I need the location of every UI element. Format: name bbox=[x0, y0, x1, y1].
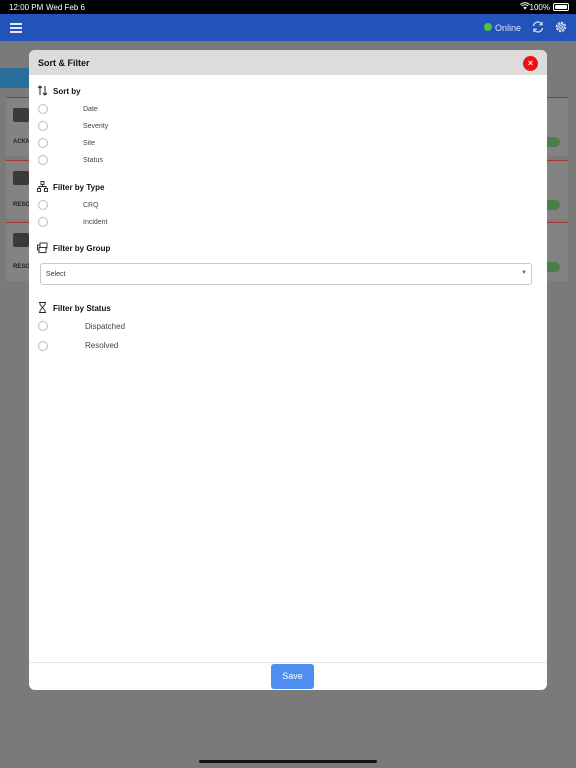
radio-type-crq[interactable] bbox=[38, 200, 48, 210]
card-status-code: RESO bbox=[13, 202, 31, 208]
filter-group-title: Filter by Group bbox=[53, 244, 111, 253]
online-label: Online bbox=[495, 23, 522, 33]
card-thumb bbox=[13, 171, 29, 185]
menu-icon[interactable] bbox=[10, 23, 22, 33]
battery-percent: 100% bbox=[529, 3, 550, 12]
radio-status-resolved[interactable] bbox=[38, 341, 48, 351]
option-label: Severity bbox=[83, 123, 109, 130]
sort-icon bbox=[37, 85, 48, 96]
chevron-down-icon: ▼ bbox=[521, 270, 527, 276]
home-indicator bbox=[199, 760, 377, 763]
radio-sort-date[interactable] bbox=[38, 104, 48, 114]
sort-by-title: Sort by bbox=[53, 87, 81, 96]
footer-divider bbox=[29, 662, 547, 663]
group-select[interactable]: Select ▼ bbox=[40, 263, 532, 285]
radio-sort-site[interactable] bbox=[38, 138, 48, 148]
option-label: CRQ bbox=[83, 202, 99, 209]
sort-filter-modal: Sort & Filter × Sort by Date Severity Si… bbox=[29, 50, 547, 690]
status-time: 12:00 PM bbox=[9, 3, 44, 12]
background-tab bbox=[0, 68, 30, 88]
card-status-code: RESO bbox=[13, 264, 31, 270]
card-status-code: ACKN bbox=[13, 139, 31, 145]
wifi-icon bbox=[520, 2, 530, 12]
sync-icon[interactable] bbox=[531, 20, 545, 34]
group-icon bbox=[37, 242, 48, 253]
app-bar: Online bbox=[0, 14, 576, 41]
save-button[interactable]: Save bbox=[271, 664, 314, 689]
card-thumb bbox=[13, 233, 29, 247]
radio-sort-severity[interactable] bbox=[38, 121, 48, 131]
hierarchy-icon bbox=[37, 181, 48, 192]
modal-title: Sort & Filter bbox=[38, 58, 90, 68]
option-label: Site bbox=[83, 140, 96, 147]
group-select-value: Select bbox=[46, 271, 66, 278]
card-thumb bbox=[13, 108, 29, 122]
option-label: Date bbox=[83, 106, 98, 113]
close-button[interactable]: × bbox=[523, 56, 538, 71]
hourglass-icon bbox=[39, 302, 46, 313]
online-dot-icon bbox=[484, 23, 492, 31]
modal-header: Sort & Filter × bbox=[29, 50, 547, 75]
option-label: Status bbox=[83, 157, 103, 164]
filter-type-title: Filter by Type bbox=[53, 183, 105, 192]
option-label: Dispatched bbox=[85, 322, 126, 331]
radio-sort-status[interactable] bbox=[38, 155, 48, 165]
radio-type-incident[interactable] bbox=[38, 217, 48, 227]
option-label: Incident bbox=[83, 219, 108, 226]
filter-status-title: Filter by Status bbox=[53, 304, 111, 313]
status-date: Wed Feb 6 bbox=[46, 3, 85, 12]
option-label: Resolved bbox=[85, 341, 119, 350]
battery-icon bbox=[553, 3, 569, 11]
gear-icon[interactable] bbox=[554, 20, 568, 34]
status-bar: 12:00 PM Wed Feb 6 100% bbox=[0, 0, 576, 14]
radio-status-dispatched[interactable] bbox=[38, 321, 48, 331]
